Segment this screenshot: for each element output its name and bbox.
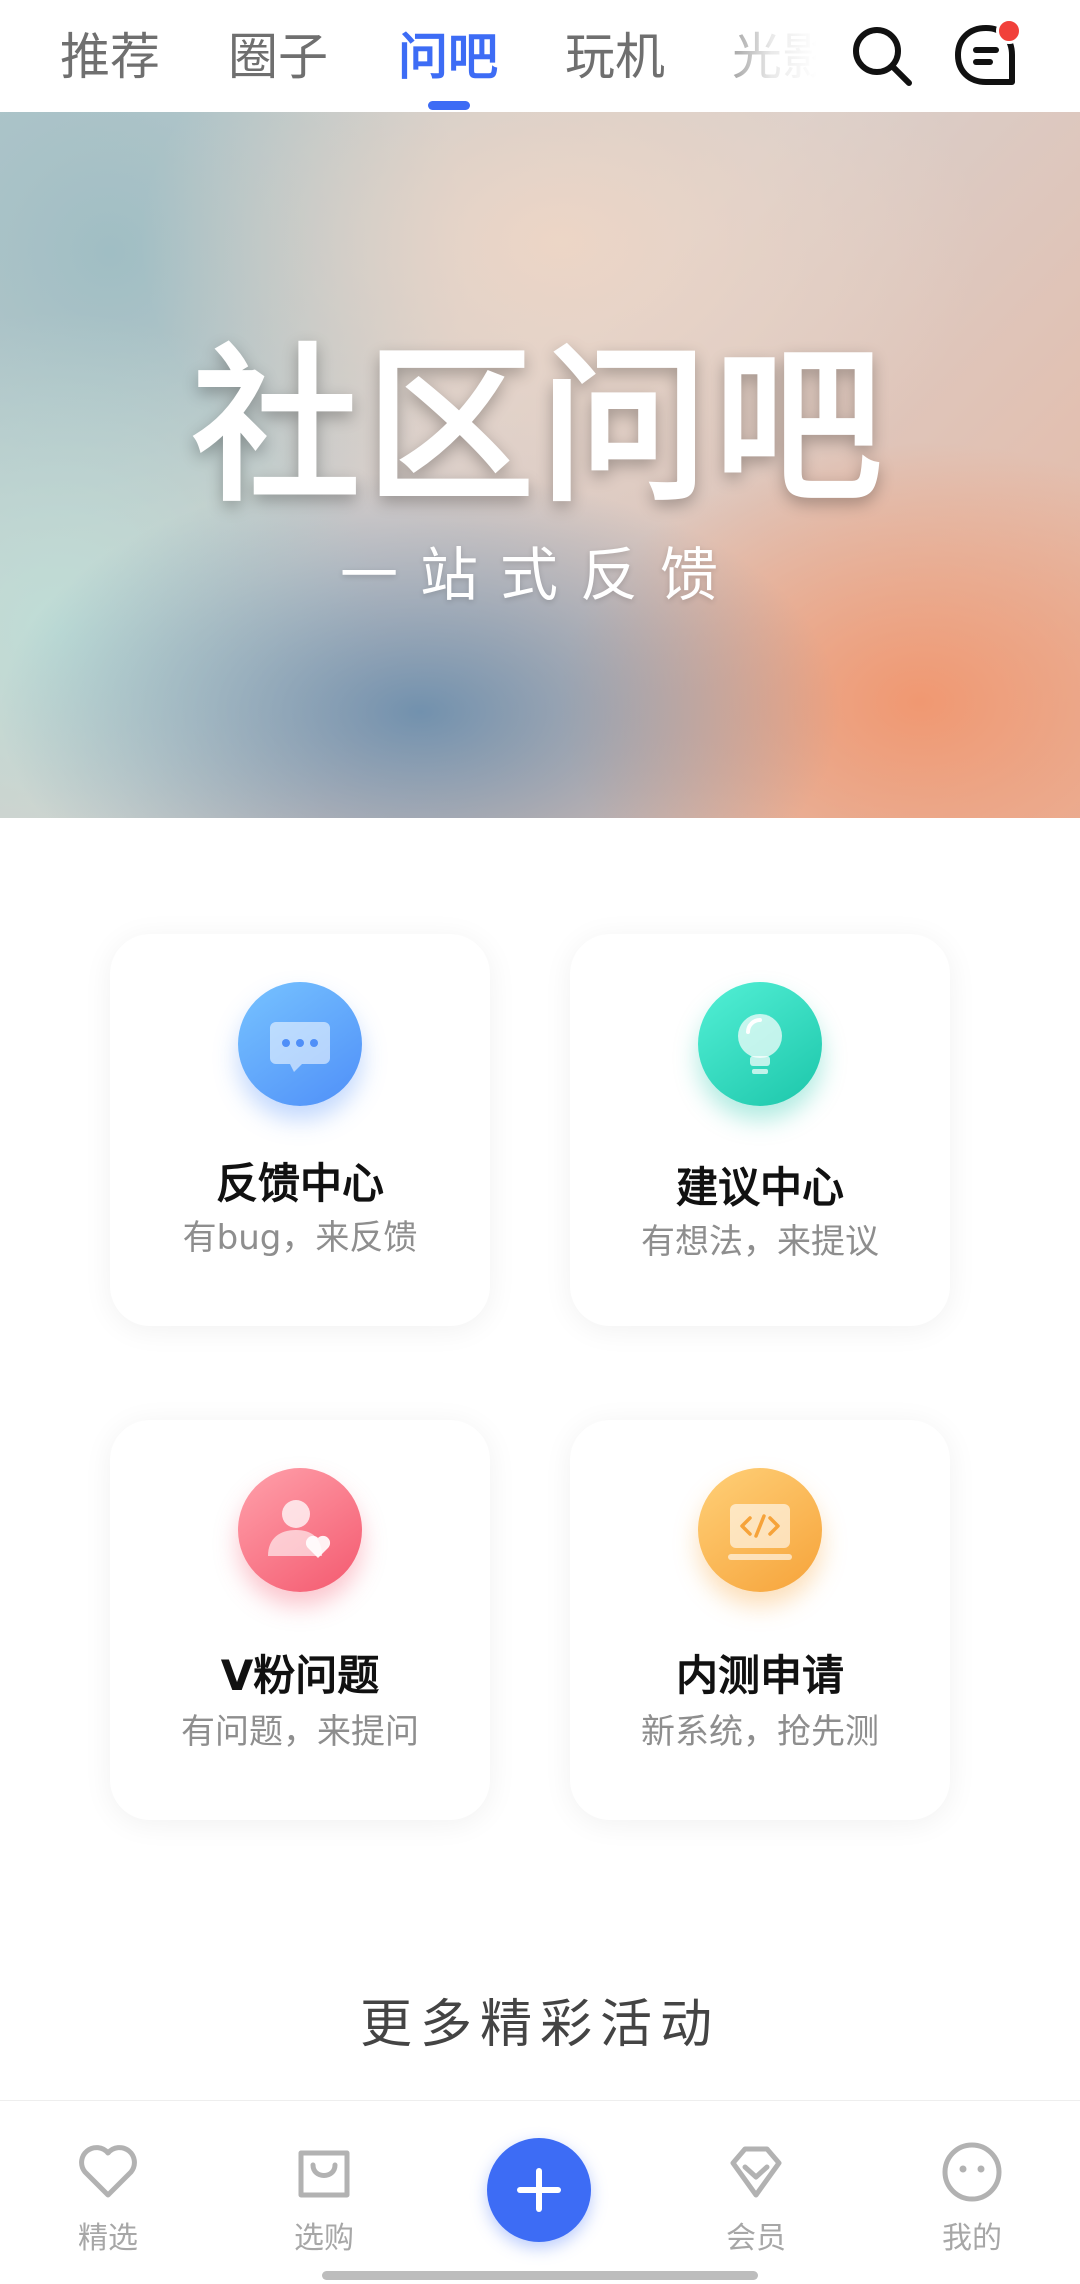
tab-play-phone[interactable]: 玩机	[565, 22, 665, 92]
feedback-center-card[interactable]: 反馈中心 有bug，来反馈	[110, 934, 490, 1326]
tab-ask[interactable]: 问吧	[398, 22, 498, 92]
bottom-nav-bar: 精选 选购 会员 我的	[0, 2100, 1080, 2284]
diamond-heart-icon	[730, 2146, 782, 2198]
plus-icon	[517, 2168, 561, 2212]
card-subtitle: 有想法，来提议	[641, 1222, 879, 1262]
shopping-bag-icon	[298, 2150, 350, 2198]
tab-circles[interactable]: 圈子	[228, 22, 328, 92]
beta-application-card[interactable]: 内测申请 新系统，抢先测	[570, 1420, 950, 1820]
add-post-button[interactable]	[487, 2138, 591, 2242]
home-indicator[interactable]	[322, 2271, 758, 2280]
heart-icon	[79, 2145, 137, 2198]
search-icon[interactable]	[848, 22, 916, 90]
v-fan-questions-card[interactable]: V粉问题 有问题，来提问	[110, 1420, 490, 1820]
nav-label: 选购	[294, 2221, 354, 2256]
top-tab-bar: 推荐 圈子 问吧 玩机 光影	[0, 0, 1080, 112]
page: 推荐 圈子 问吧 玩机 光影 社区问吧 一站式反馈	[0, 0, 1080, 2284]
tab-recommend[interactable]: 推荐	[60, 22, 160, 92]
nav-label: 精选	[78, 2221, 138, 2256]
card-title: 内测申请	[675, 1651, 844, 1700]
card-subtitle: 有bug，来反馈	[182, 1218, 418, 1258]
nav-item-shop[interactable]: 选购	[254, 2101, 394, 2271]
hero-subtitle: 一站式反馈	[339, 541, 740, 609]
card-subtitle: 新系统，抢先测	[641, 1712, 879, 1752]
more-activities-title[interactable]: 更多精彩活动	[0, 1982, 1080, 2057]
nav-label: 我的	[942, 2221, 1002, 2256]
nav-item-mine[interactable]: 我的	[902, 2101, 1042, 2271]
chat-dots-icon	[238, 982, 362, 1106]
card-title: 建议中心	[675, 1163, 844, 1212]
unread-badge	[996, 18, 1022, 44]
active-tab-indicator	[428, 101, 470, 110]
nav-item-featured[interactable]: 精选	[38, 2101, 178, 2271]
card-title: V粉问题	[220, 1651, 380, 1700]
nav-item-membership[interactable]: 会员	[686, 2101, 826, 2271]
user-heart-icon	[238, 1468, 362, 1592]
hero-banner[interactable]: 社区问吧 一站式反馈	[0, 112, 1080, 818]
code-screen-icon	[698, 1468, 822, 1592]
lightbulb-icon	[698, 982, 822, 1106]
tab-scroll-fade	[700, 0, 830, 112]
card-subtitle: 有问题，来提问	[181, 1712, 419, 1752]
suggestion-center-card[interactable]: 建议中心 有想法，来提议	[570, 934, 950, 1326]
nav-label: 会员	[726, 2221, 786, 2256]
card-title: 反馈中心	[215, 1159, 384, 1208]
hero-title: 社区问吧	[192, 329, 888, 525]
face-icon	[942, 2142, 1002, 2202]
